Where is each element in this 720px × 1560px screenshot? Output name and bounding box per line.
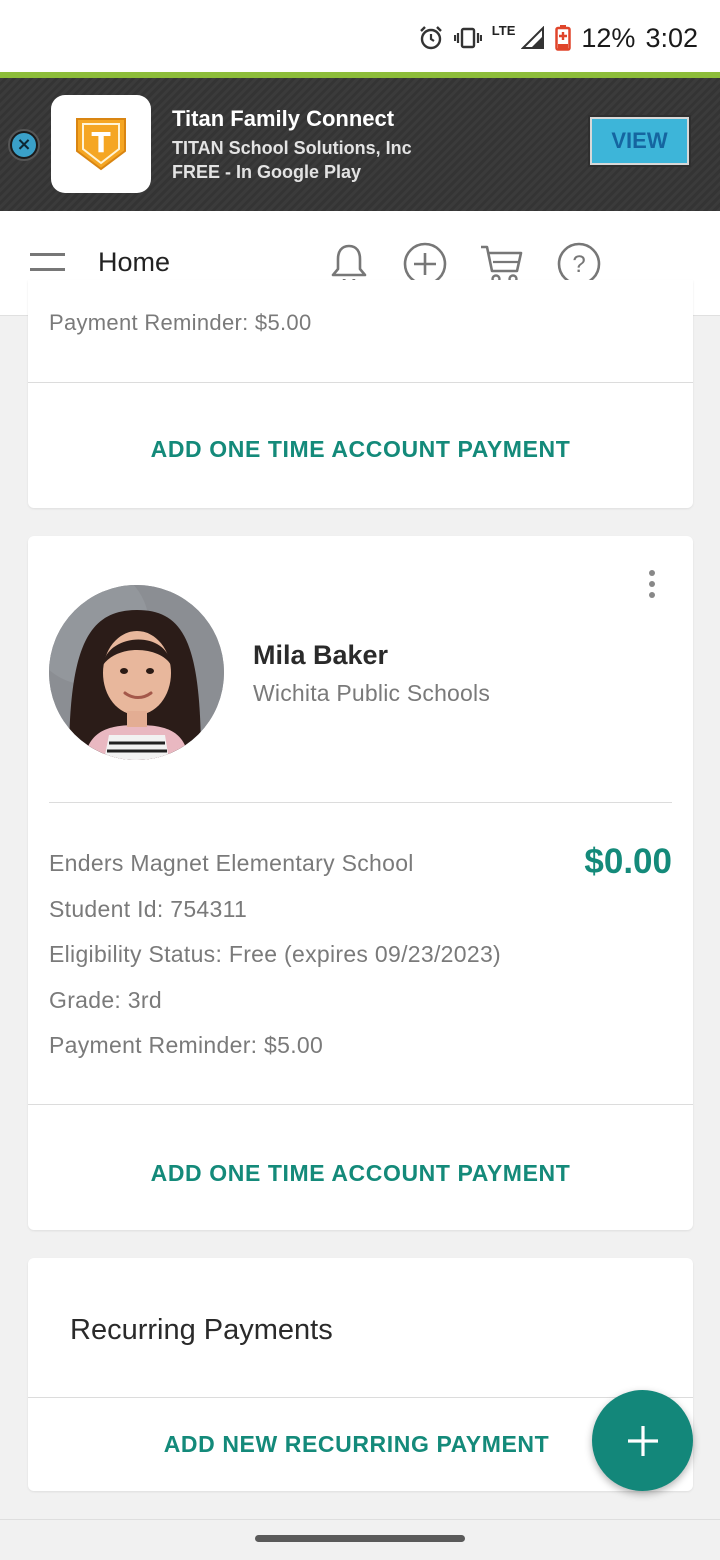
ad-publisher: TITAN School Solutions, Inc <box>172 138 412 158</box>
add-one-time-payment-button[interactable]: ADD ONE TIME ACCOUNT PAYMENT <box>28 436 693 463</box>
ad-app-logo[interactable]: T <box>51 95 151 193</box>
signal-icon <box>521 26 545 49</box>
network-type: LTE <box>491 22 516 38</box>
ad-banner[interactable]: × T Titan Family Connect TITAN School So… <box>0 78 720 211</box>
student-card: Mila Baker Wichita Public Schools Enders… <box>28 536 693 1230</box>
student-photo-art <box>49 585 224 760</box>
ad-price-store: FREE - In Google Play <box>172 162 362 182</box>
student-name: Mila Baker <box>253 640 389 670</box>
ad-view-button[interactable]: VIEW <box>588 115 691 167</box>
payment-reminder: Payment Reminder: $5.00 <box>49 1032 324 1058</box>
battery-level: 12% <box>581 22 636 53</box>
account-balance: $0.00 <box>584 842 672 881</box>
school-district: Wichita Public Schools <box>253 680 491 706</box>
vibrate-icon <box>453 27 482 49</box>
add-fab-button[interactable] <box>592 1390 693 1491</box>
clock: 3:02 <box>645 22 698 53</box>
more-options-icon[interactable] <box>646 570 658 602</box>
payment-reminder: Payment Reminder: $5.00 <box>49 310 312 335</box>
card-divider <box>49 802 672 803</box>
student-photo <box>49 585 224 760</box>
app-screen: LTE 12% 3:02 × T Titan Family Connect TI… <box>0 0 720 1560</box>
system-nav-bar <box>0 1519 720 1560</box>
close-icon: × <box>12 133 36 157</box>
add-one-time-payment-button[interactable]: ADD ONE TIME ACCOUNT PAYMENT <box>28 1160 693 1187</box>
recurring-payments-card: Recurring Payments ADD NEW RECURRING PAY… <box>28 1258 693 1491</box>
page-title: Home <box>98 247 171 277</box>
school-name: Enders Magnet Elementary School <box>49 850 414 876</box>
svg-text:?: ? <box>572 251 585 278</box>
grade: Grade: 3rd <box>49 987 162 1013</box>
student-id: Student Id: 754311 <box>49 896 248 922</box>
status-icons: LTE 12% 3:02 <box>418 20 698 56</box>
card-divider <box>28 382 693 383</box>
card-divider <box>28 1397 693 1398</box>
titan-shield-icon: T <box>76 118 126 171</box>
card-divider <box>28 1104 693 1105</box>
add-recurring-payment-button[interactable]: ADD NEW RECURRING PAYMENT <box>24 1431 689 1458</box>
battery-icon <box>555 25 572 51</box>
recurring-payments-title: Recurring Payments <box>70 1314 333 1346</box>
alarm-icon <box>419 26 442 50</box>
status-bar: LTE 12% 3:02 <box>0 0 720 72</box>
previous-student-card: Payment Reminder: $5.00 ADD ONE TIME ACC… <box>28 280 693 508</box>
home-gesture-handle[interactable] <box>255 1535 465 1542</box>
ad-close-button[interactable]: × <box>8 129 40 161</box>
ad-logo-letter: T <box>91 126 110 159</box>
ad-app-name: Titan Family Connect <box>172 106 395 131</box>
eligibility-status: Eligibility Status: Free (expires 09/23/… <box>49 941 501 967</box>
plus-icon <box>627 1425 658 1456</box>
